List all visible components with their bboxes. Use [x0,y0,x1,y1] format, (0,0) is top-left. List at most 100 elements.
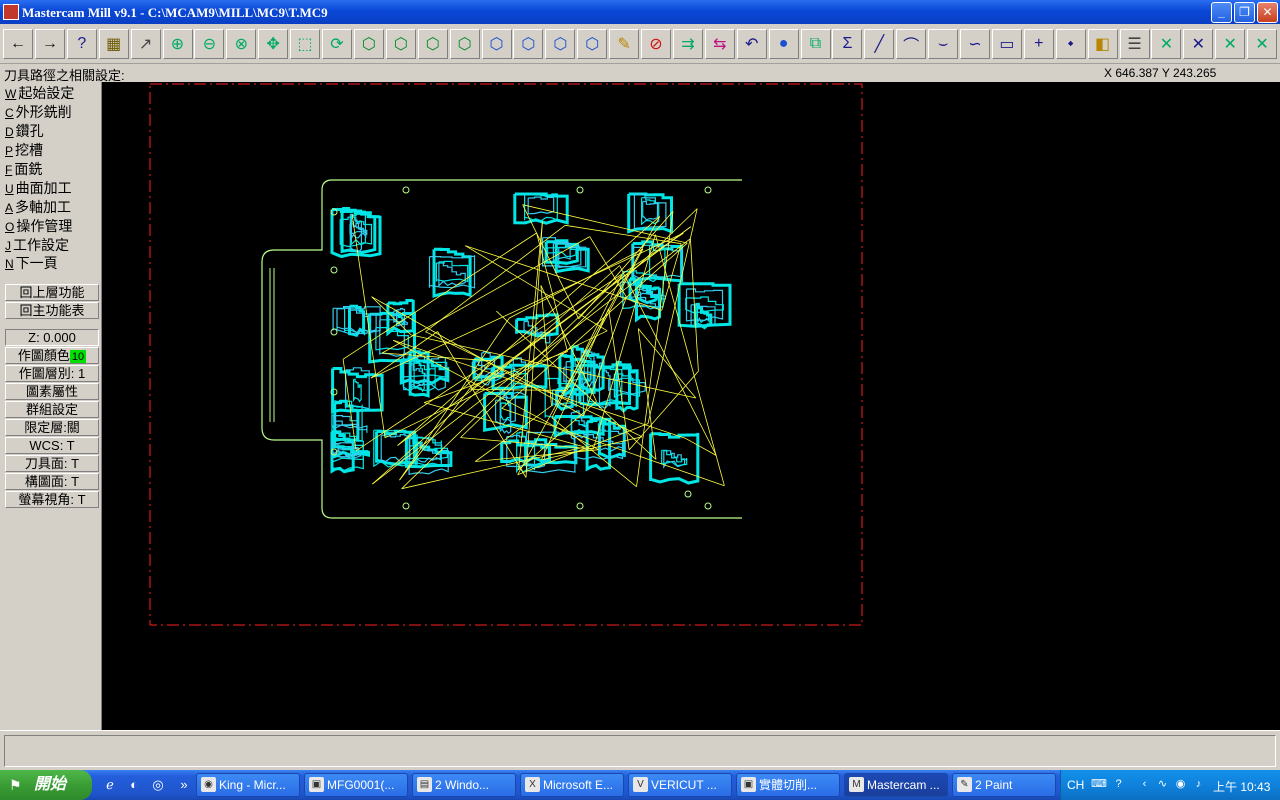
zoom-fit-button[interactable]: ⊗ [226,29,257,59]
hole-marker [684,490,692,498]
line-button[interactable]: ╱ [864,29,895,59]
pan-button[interactable]: ✥ [258,29,289,59]
menu-item-contour[interactable]: C 外形銑削 [5,102,72,120]
rapid-moves-group [342,204,725,490]
network-icon[interactable]: ∿ [1155,777,1170,792]
mask-level-button[interactable]: 限定層:關 [5,419,99,436]
menu-item-operations[interactable]: O 操作管理 [5,216,72,234]
wcs-button[interactable]: WCS: T [5,437,99,454]
cplane-front-button[interactable]: ⬡ [513,29,544,59]
menu-item-next-page[interactable]: N 下一頁 [5,253,58,271]
group-button[interactable]: ⧉ [800,29,831,59]
solid-button[interactable]: ◧ [1087,29,1118,59]
tool-plane-button[interactable]: 刀具面: T [5,455,99,472]
attributes-button[interactable]: 圖素屬性 [5,383,99,400]
pencil-button[interactable]: ✎ [609,29,640,59]
graphics-view-button[interactable]: 螢幕視角: T [5,491,99,508]
trim-2-icon: ✕ [1191,36,1205,53]
rectangle-button[interactable]: ▭ [991,29,1022,59]
restore-button[interactable]: ❐ [1234,2,1255,23]
zoom-out-icon: ⊖ [202,36,217,53]
back-menu-button[interactable]: 回上層功能 [5,284,99,301]
forward-button[interactable]: → [34,29,65,59]
view-iso-button[interactable]: ⬡ [449,29,480,59]
task-windows-explorer[interactable]: ▤ 2 Windo... [412,773,516,797]
construction-plane-button[interactable]: 構圖面: T [5,473,99,490]
arc-button[interactable]: ⌒ [896,29,927,59]
translate-button[interactable]: ⇆ [704,29,735,59]
menu-item-job-setup[interactable]: J 工作設定 [5,235,69,253]
volume-icon[interactable]: ♪ [1191,777,1206,792]
minimize-button[interactable]: _ [1211,2,1232,23]
menu-item-drill[interactable]: D 鑽孔 [5,121,44,139]
menu-item-surface[interactable]: U 曲面加工 [5,178,72,196]
task-solid-cutting[interactable]: ▣ 實體切削... [736,773,840,797]
cplane-side-icon: ⬡ [553,36,568,53]
mastercam-app-icon[interactable] [3,4,19,20]
task-vericut[interactable]: V VERICUT ... [628,773,732,797]
cplane-top-button[interactable]: ⬡ [481,29,512,59]
task-microsoft-excel[interactable]: X Microsoft E... [520,773,624,797]
rotate-view-button[interactable]: ⟳ [322,29,352,59]
menu-item-multiaxis[interactable]: A 多軸加工 [5,197,71,215]
trim-2-button[interactable]: ✕ [1183,29,1214,59]
analyze-button[interactable]: ↗ [130,29,161,59]
color-setting-button[interactable]: 作圖顏色 10 [5,347,99,364]
keyboard-icon[interactable]: ⌨ [1091,777,1107,792]
delete-button[interactable]: ⊘ [641,29,671,59]
cplane-3d-button[interactable]: ⬡ [577,29,608,59]
point-button[interactable]: + [1023,29,1054,59]
media-icon[interactable]: ◐ [126,777,142,793]
forward-icon: → [41,35,58,52]
toolpath-segment [331,367,384,414]
spline-button[interactable]: ∽ [960,29,990,59]
security-icon[interactable]: ◉ [1173,777,1188,792]
menu-item-face[interactable]: F 面銑 [5,159,42,177]
start-button[interactable]: ⚑ 開始 [0,770,92,800]
help-button[interactable]: ? [66,29,97,59]
back-button[interactable]: ← [3,29,33,59]
zoom-out-button[interactable]: ⊖ [194,29,225,59]
show-hidden-icons[interactable]: ‹ [1137,777,1152,792]
clock[interactable]: 上午 10:43 [1213,778,1270,795]
language-indicator[interactable]: CH [1067,778,1084,792]
trim-1-icon: ✕ [1159,36,1174,53]
status-input-field[interactable] [4,735,1276,767]
groups-button[interactable]: 群組設定 [5,401,99,418]
trim-1-button[interactable]: ✕ [1151,29,1182,59]
menu-item-setup[interactable]: W 起始設定 [5,83,74,101]
fillet-button[interactable]: ⌣ [928,29,959,59]
task-paint[interactable]: ✎ 2 Paint [952,773,1056,797]
help-tray-icon[interactable]: ? [1111,777,1126,792]
zoom-window-icon: ⊕ [170,36,185,53]
cplane-side-button[interactable]: ⬡ [545,29,576,59]
calculator-button[interactable]: ▦ [98,29,129,59]
trim-3-button[interactable]: ✕ [1215,29,1246,59]
ops-manager-button[interactable]: ☰ [1119,29,1150,59]
level-setting-button[interactable]: 作圖層別: 1 [5,365,99,382]
task-mastercam[interactable]: M Mastercam ... [844,773,948,797]
task-mfg0001[interactable]: ▣ MFG0001(... [304,773,408,797]
close-button[interactable]: ✕ [1257,2,1278,23]
surface-button[interactable]: ⬩ [1055,29,1086,59]
undo-button[interactable]: ↶ [736,29,767,59]
shade-sphere-button[interactable]: ● [768,29,799,59]
view-top-button[interactable]: ⬡ [353,29,384,59]
fillet-icon: ⌣ [937,35,949,52]
chrome-icon[interactable]: ◎ [150,777,166,793]
zoom-window-button[interactable]: ⊕ [162,29,193,59]
view-front-button[interactable]: ⬡ [385,29,416,59]
z-depth-field[interactable]: Z: 0.000 [5,329,99,346]
graphics-canvas[interactable] [102,82,1280,730]
trim-divide-button[interactable]: ✕ [1247,29,1278,59]
view-side-button[interactable]: ⬡ [417,29,448,59]
group-icon: ⧉ [809,35,822,52]
menu-item-pocket[interactable]: P 挖槽 [5,140,43,158]
main-menu-button[interactable]: 回主功能表 [5,302,99,319]
task-king-microsoft[interactable]: ◉ King - Micr... [196,773,300,797]
transform-button[interactable]: ⇉ [672,29,703,59]
quicklaunch-more-icon[interactable]: » [176,777,192,793]
sum-button[interactable]: Σ [832,29,863,59]
select-button[interactable]: ⬚ [290,29,321,59]
ie-icon[interactable]: ℯ [102,777,118,793]
